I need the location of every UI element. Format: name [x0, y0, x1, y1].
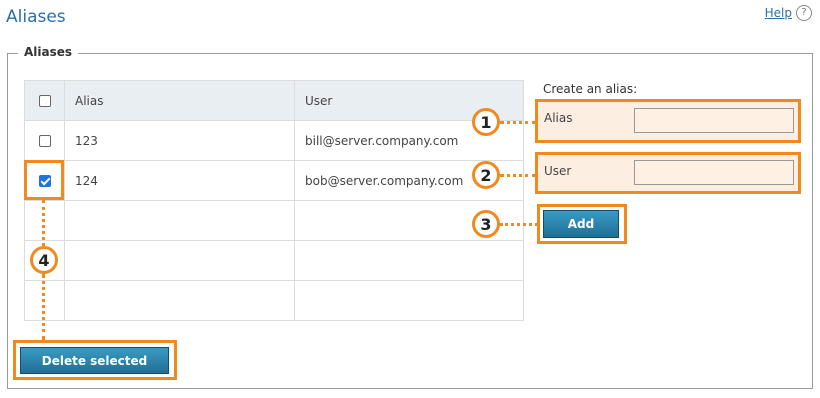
table-row-empty	[24, 200, 524, 241]
callout-connector-3	[500, 223, 538, 226]
question-circle-icon[interactable]: ?	[796, 5, 812, 21]
alias-cell: 123	[64, 120, 295, 161]
create-alias-heading: Create an alias:	[543, 82, 638, 96]
alias-cell	[64, 240, 295, 281]
delete-selected-button[interactable]: Delete selected	[20, 347, 169, 374]
table-row[interactable]: 124 bob@server.company.com	[24, 160, 524, 201]
callout-connector-4-top	[42, 200, 45, 246]
column-header-alias[interactable]: Alias	[64, 80, 295, 121]
alias-cell: 124	[64, 160, 295, 201]
table-header-row: Alias User	[24, 80, 524, 121]
alias-cell	[64, 200, 295, 241]
alias-form-row: Alias	[535, 99, 801, 143]
alias-cell	[64, 280, 295, 321]
callout-badge-4: 4	[30, 246, 58, 274]
aliases-table: Alias User 123 bill@server.company.com 1…	[24, 80, 524, 321]
alias-field-label: Alias	[544, 111, 573, 125]
alias-input[interactable]	[634, 108, 794, 133]
callout-connector-4-bottom	[42, 274, 45, 340]
user-input[interactable]	[634, 160, 794, 185]
callout-connector-2	[500, 174, 536, 177]
user-cell	[294, 240, 524, 281]
table-row-empty	[24, 280, 524, 321]
table-row-empty	[24, 240, 524, 281]
page-title: Aliases	[6, 7, 66, 27]
fieldset-legend: Aliases	[18, 45, 79, 59]
add-button[interactable]: Add	[543, 210, 619, 238]
row-checkbox[interactable]	[38, 135, 51, 147]
user-cell	[294, 280, 524, 321]
select-all-cell	[24, 80, 65, 121]
callout-badge-2: 2	[472, 161, 500, 189]
select-all-checkbox[interactable]	[38, 95, 51, 107]
table-row[interactable]: 123 bill@server.company.com	[24, 120, 524, 161]
help: Help ?	[765, 5, 812, 21]
user-field-label: User	[544, 164, 572, 178]
row-check-cell	[24, 120, 65, 161]
callout-connector-1	[500, 121, 536, 124]
callout-badge-1: 1	[472, 108, 500, 136]
checkbox-highlight	[24, 160, 64, 200]
callout-badge-3: 3	[472, 210, 500, 238]
user-form-row: User	[535, 152, 801, 194]
help-link[interactable]: Help	[765, 6, 792, 20]
